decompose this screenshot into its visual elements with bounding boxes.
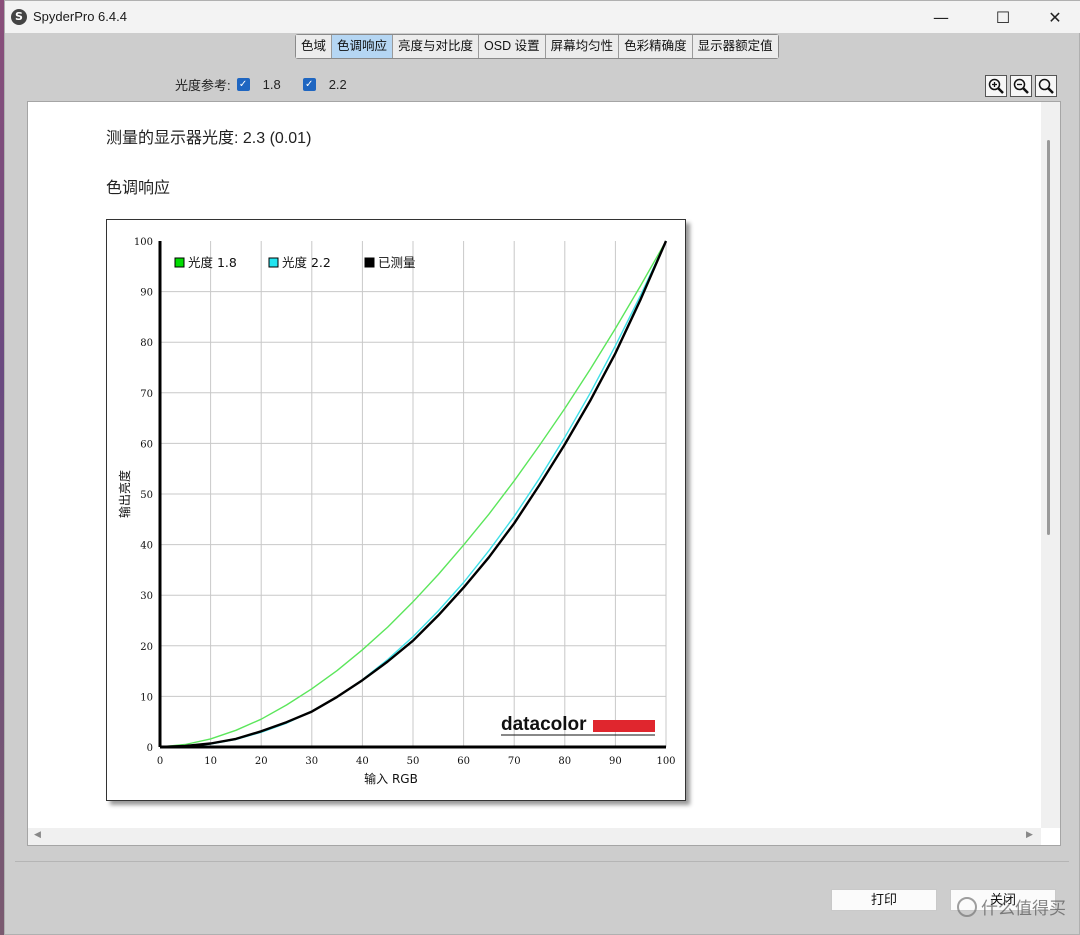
- tab-brightness-contrast[interactable]: 亮度与对比度: [393, 35, 480, 58]
- datacolor-logo-text: datacolor: [501, 714, 587, 735]
- zoom-fit-icon[interactable]: [1035, 75, 1057, 97]
- measured-gamma-label: 测量的显示器光度:: [106, 130, 239, 147]
- report-tabs: 色域 色调响应 亮度与对比度 OSD 设置 屏幕均匀性 色彩精确度 显示器额定值: [295, 34, 779, 59]
- x-tick-label: 40: [356, 756, 369, 767]
- section-title: 色调响应: [106, 180, 171, 197]
- gamma-1-8-checkbox[interactable]: ✓: [236, 77, 250, 91]
- legend-label: 已测量: [378, 255, 416, 270]
- tab-gamut[interactable]: 色域: [296, 35, 333, 58]
- y-tick-label: 80: [140, 338, 153, 349]
- gamma-reference-row: 光度参考: ✓ 1.8 ✓ 2.2: [175, 75, 369, 93]
- x-tick-label: 70: [508, 756, 521, 767]
- watermark: 什么值得买: [957, 894, 1066, 919]
- tone-response-chart-svg: 0 10 20 30 40 50 60 70 80 90 100 0 10 20 30 40 50 60 70 80 9…: [117, 237, 676, 786]
- x-tick-label: 80: [558, 756, 571, 767]
- vertical-scrollbar[interactable]: [1041, 102, 1060, 830]
- scrollbar-corner: [1041, 828, 1060, 845]
- close-window-icon[interactable]: ✕: [1032, 1, 1078, 33]
- vertical-scroll-thumb[interactable]: [1047, 140, 1050, 535]
- legend-label: 光度 1.8: [188, 255, 237, 270]
- y-tick-label: 10: [140, 692, 153, 703]
- legend-swatch: [174, 257, 185, 268]
- x-tick-label: 10: [204, 756, 217, 767]
- measured-gamma-value: 2.3 (0.01): [242, 130, 312, 147]
- y-tick-label: 20: [140, 642, 153, 653]
- zoom-toolbar: [985, 75, 1057, 97]
- y-tick-label: 70: [140, 389, 153, 400]
- x-axis-title: 输入 RGB: [364, 771, 418, 786]
- zoom-out-icon[interactable]: [1010, 75, 1032, 97]
- tab-color-accuracy[interactable]: 色彩精确度: [619, 35, 693, 58]
- minimize-icon[interactable]: —: [918, 1, 964, 33]
- watermark-logo-icon: [957, 897, 977, 917]
- legend-swatch: [268, 257, 279, 268]
- y-axis-title: 输出亮度: [117, 470, 132, 518]
- x-tick-label: 60: [457, 756, 470, 767]
- maximize-icon[interactable]: ☐: [980, 1, 1026, 33]
- app-logo-icon: S: [11, 9, 27, 25]
- measured-gamma: 测量的显示器光度: 2.3 (0.01): [106, 124, 311, 148]
- zoom-in-icon[interactable]: [985, 75, 1007, 97]
- x-tick-label: 0: [157, 756, 163, 767]
- gamma-1-8-label: 1.8: [262, 76, 281, 92]
- tone-response-chart: 0 10 20 30 40 50 60 70 80 90 100 0 10 20 30 40 50 60 70 80 9…: [106, 219, 686, 801]
- legend-label: 光度 2.2: [282, 255, 331, 270]
- x-tick-label: 90: [609, 756, 622, 767]
- datacolor-logo-bar: [593, 720, 655, 732]
- app-window: S SpyderPro 6.4.4 — ☐ ✕ 色域 色调响应 亮度与对比度 O…: [4, 0, 1080, 935]
- y-tick-label: 30: [140, 591, 153, 602]
- report-panel: 测量的显示器光度: 2.3 (0.01) 色调响应 0 10 20 30 40 50 60 7…: [27, 101, 1061, 846]
- legend-swatch: [364, 257, 375, 268]
- tab-osd-settings[interactable]: OSD 设置: [479, 35, 546, 58]
- divider: [15, 861, 1069, 862]
- tab-screen-uniformity[interactable]: 屏幕均匀性: [545, 35, 620, 58]
- gamma-reference-label: 光度参考:: [175, 77, 231, 93]
- x-tick-label: 100: [656, 756, 675, 767]
- watermark-text: 什么值得买: [981, 899, 1066, 919]
- gamma-2-2-label: 2.2: [328, 76, 347, 92]
- window-title: SpyderPro 6.4.4: [33, 9, 127, 24]
- scroll-left-icon[interactable]: ◀: [34, 830, 41, 840]
- x-tick-label: 20: [255, 756, 268, 767]
- y-tick-label: 90: [140, 288, 153, 299]
- y-tick-label: 50: [140, 490, 153, 501]
- y-tick-label: 40: [140, 541, 153, 552]
- x-tick-label: 50: [407, 756, 420, 767]
- title-bar: S SpyderPro 6.4.4 — ☐ ✕: [5, 1, 1080, 33]
- horizontal-scrollbar[interactable]: ◀ ▶: [28, 828, 1041, 845]
- tab-display-rating[interactable]: 显示器额定值: [692, 35, 778, 58]
- tab-tone-response[interactable]: 色调响应: [332, 35, 394, 58]
- y-tick-label: 0: [147, 743, 153, 754]
- x-tick-label: 30: [305, 756, 318, 767]
- y-tick-label: 60: [140, 439, 153, 450]
- y-tick-label: 100: [134, 237, 153, 248]
- scroll-right-icon[interactable]: ▶: [1026, 830, 1033, 840]
- gamma-2-2-checkbox[interactable]: ✓: [302, 77, 316, 91]
- print-button[interactable]: 打印: [831, 889, 937, 911]
